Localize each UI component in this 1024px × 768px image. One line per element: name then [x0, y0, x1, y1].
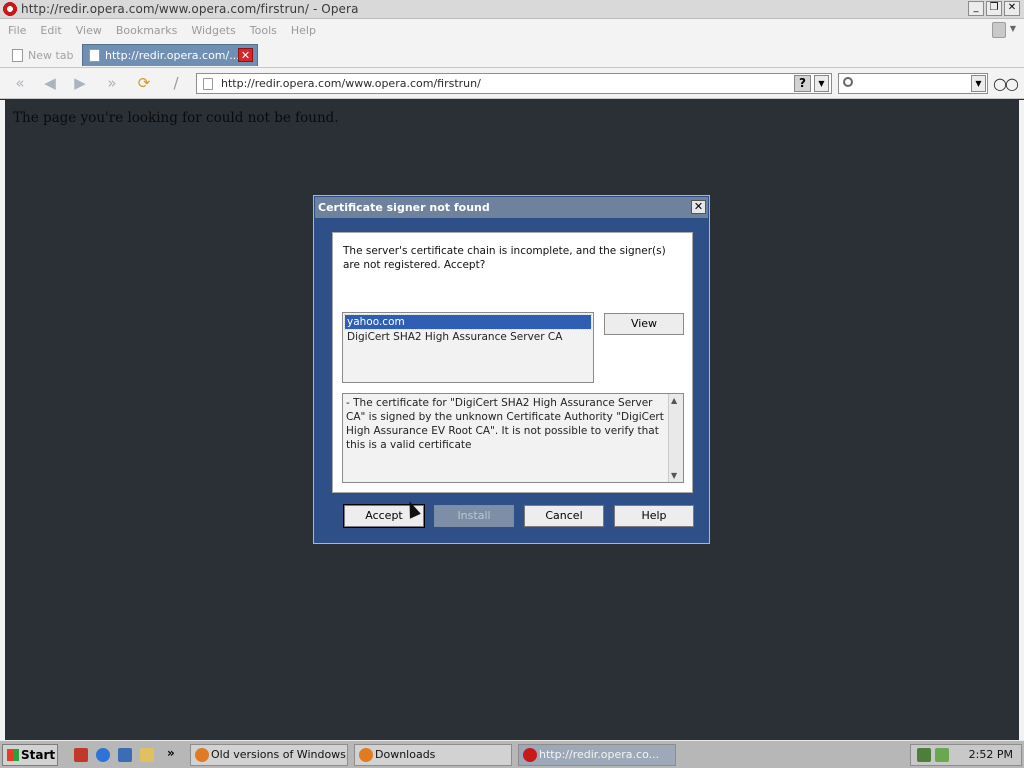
taskbar-item-opera[interactable]: http://redir.opera.co... [518, 744, 676, 766]
menu-tools[interactable]: Tools [250, 24, 277, 37]
quick-launch-ie-icon[interactable] [96, 748, 110, 762]
certificate-item-yahoo[interactable]: yahoo.com [344, 314, 592, 330]
opera-logo-icon [2, 1, 18, 17]
view-button[interactable]: View [604, 313, 684, 335]
page-icon [89, 49, 100, 62]
tab-label: New tab [28, 48, 74, 62]
dialog-panel: The server's certificate chain is incomp… [332, 232, 693, 493]
chevron-down-icon[interactable]: ▼ [1010, 24, 1016, 33]
menu-widgets[interactable]: Widgets [191, 24, 235, 37]
install-button: Install [434, 505, 514, 527]
scroll-down-icon[interactable]: ▼ [671, 471, 677, 480]
rewind-icon[interactable]: « [10, 74, 30, 92]
address-url[interactable]: http://redir.opera.com/www.opera.com/fir… [221, 77, 481, 90]
menu-bar: File Edit View Bookmarks Widgets Tools H… [0, 19, 1024, 41]
certificate-dialog: Certificate signer not found ✕ The serve… [313, 195, 710, 544]
scroll-up-icon[interactable]: ▲ [671, 396, 677, 405]
tab-active[interactable]: http://redir.opera.com/... ✕ [82, 44, 258, 66]
forward-icon[interactable]: ▶ [70, 74, 90, 92]
back-icon[interactable]: ◀ [40, 74, 60, 92]
page-error-message: The page you're looking for could not be… [13, 110, 339, 126]
trash-icon[interactable] [992, 22, 1006, 38]
dialog-title: Certificate signer not found [315, 197, 708, 218]
page-icon [12, 48, 23, 62]
reload-icon[interactable]: ⟳ [134, 74, 154, 92]
tab-bar: New tab http://redir.opera.com/... ✕ [0, 41, 1024, 68]
dialog-message: The server's certificate chain is incomp… [343, 245, 666, 271]
help-icon[interactable]: ? [794, 75, 811, 92]
edit-icon[interactable]: / [166, 74, 186, 92]
close-window-button[interactable]: ✕ [1004, 1, 1020, 16]
quick-launch-search-icon[interactable] [140, 748, 154, 762]
cancel-button[interactable]: Cancel [524, 505, 604, 527]
minimize-button[interactable]: _ [968, 1, 984, 16]
clock: 2:52 PM [968, 748, 1013, 761]
windows-logo-icon [7, 749, 19, 761]
menu-help[interactable]: Help [291, 24, 316, 37]
tab-label: http://redir.opera.com/... [105, 49, 240, 62]
search-icon [843, 77, 853, 87]
taskbar-item-label: http://redir.opera.co... [539, 748, 660, 761]
help-button[interactable]: Help [614, 505, 694, 527]
menu-edit[interactable]: Edit [40, 24, 61, 37]
start-button[interactable]: Start [2, 744, 58, 766]
address-bar[interactable]: http://redir.opera.com/www.opera.com/fir… [196, 73, 832, 94]
certificate-item-digicert[interactable]: DigiCert SHA2 High Assurance Server CA [345, 330, 564, 344]
details-scrollbar[interactable]: ▲ ▼ [668, 394, 683, 482]
close-tab-icon[interactable]: ✕ [238, 48, 253, 62]
taskbar: Start » Old versions of Windows,... Down… [0, 740, 1024, 768]
chevron-down-icon[interactable]: ▼ [971, 75, 986, 92]
network-icon[interactable] [917, 748, 931, 762]
menu-bookmarks[interactable]: Bookmarks [116, 24, 177, 37]
taskbar-item-downloads[interactable]: Downloads [354, 744, 512, 766]
quick-launch-more-icon[interactable]: » [167, 746, 175, 760]
window-controls: _ ❐ ✕ [968, 1, 1020, 16]
certificate-list[interactable]: yahoo.com DigiCert SHA2 High Assurance S… [342, 312, 594, 383]
search-input[interactable]: ▼ [838, 73, 988, 94]
page-icon [203, 77, 213, 90]
fast-forward-icon[interactable]: » [102, 74, 122, 92]
glasses-icon[interactable]: ○○ [993, 74, 1019, 93]
firefox-icon [195, 748, 209, 762]
tab-new-tab[interactable]: New tab [6, 44, 78, 66]
taskbar-item-label: Old versions of Windows,... [211, 748, 348, 761]
dialog-close-button[interactable]: ✕ [691, 200, 706, 214]
opera-logo-icon [523, 748, 537, 762]
tray-app-icon[interactable] [935, 748, 949, 762]
window-title: http://redir.opera.com/www.opera.com/fir… [21, 2, 359, 16]
chevron-down-icon[interactable]: ▼ [814, 75, 829, 92]
certificate-details-text: - The certificate for "DigiCert SHA2 Hig… [346, 397, 664, 451]
start-label: Start [21, 748, 56, 762]
taskbar-item-firefox[interactable]: Old versions of Windows,... [190, 744, 348, 766]
quick-launch-outlook-icon[interactable] [118, 748, 132, 762]
maximize-button[interactable]: ❐ [986, 1, 1002, 16]
window-title-bar[interactable]: http://redir.opera.com/www.opera.com/fir… [0, 0, 1024, 19]
window-right-border [1019, 100, 1024, 740]
quick-launch-desktop-icon[interactable] [74, 748, 88, 762]
certificate-details[interactable]: - The certificate for "DigiCert SHA2 Hig… [342, 393, 684, 483]
taskbar-item-label: Downloads [375, 748, 436, 761]
navigation-toolbar: « ◀ ▶ » ⟳ / http://redir.opera.com/www.o… [0, 68, 1024, 99]
firefox-icon [359, 748, 373, 762]
menu-file[interactable]: File [8, 24, 26, 37]
menu-view[interactable]: View [76, 24, 102, 37]
system-tray: 2:52 PM [910, 744, 1022, 766]
